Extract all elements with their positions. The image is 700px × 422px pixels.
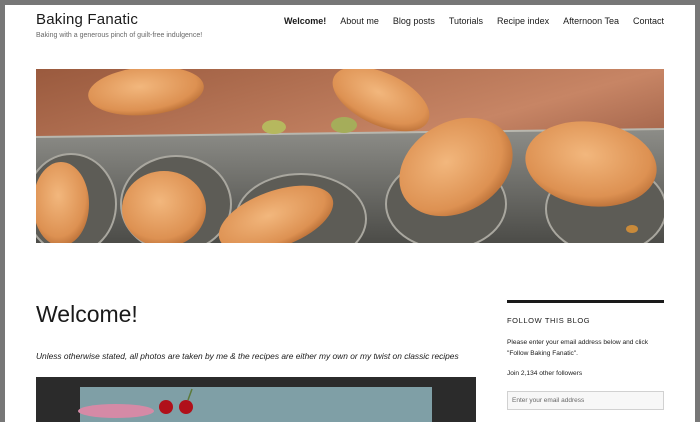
email-field[interactable] [507, 391, 664, 410]
nav-item-contact[interactable]: Contact [633, 16, 664, 26]
post-photo [36, 377, 476, 422]
nav-item-welcome[interactable]: Welcome! [284, 16, 326, 26]
nav-item-blog-posts[interactable]: Blog posts [393, 16, 435, 26]
intro-text: Unless otherwise stated, all photos are … [36, 351, 459, 361]
page-title: Welcome! [36, 301, 138, 327]
follow-widget-text: Please enter your email address below an… [507, 339, 649, 357]
nav-item-recipe-index[interactable]: Recipe index [497, 16, 549, 26]
sidebar-divider [507, 300, 664, 303]
page-frame: Baking Fanatic Baking with a generous pi… [5, 5, 695, 422]
nav-item-tutorials[interactable]: Tutorials [449, 16, 483, 26]
site-tagline: Baking with a generous pinch of guilt-fr… [36, 32, 203, 39]
nav-item-about-me[interactable]: About me [340, 16, 379, 26]
follow-widget-title: FOLLOW THIS BLOG [507, 316, 591, 325]
nav-item-afternoon-tea[interactable]: Afternoon Tea [563, 16, 619, 26]
header-image [36, 69, 664, 243]
site-title[interactable]: Baking Fanatic [36, 11, 138, 28]
followers-count: Join 2,134 other followers [507, 370, 583, 377]
main-nav: Welcome! About me Blog posts Tutorials R… [284, 16, 664, 26]
